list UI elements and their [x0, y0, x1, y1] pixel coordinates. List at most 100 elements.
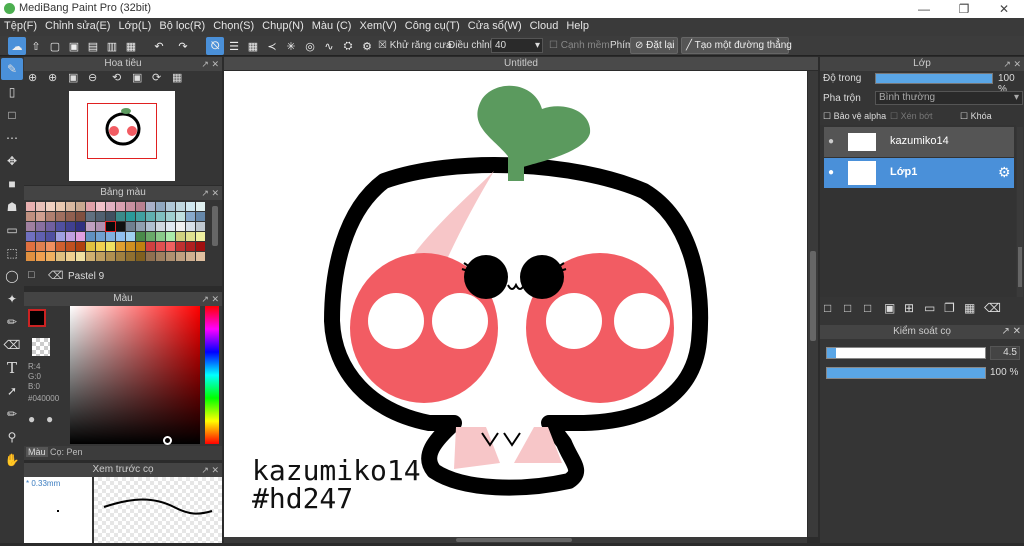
- vertical-scrollbar[interactable]: [808, 71, 818, 537]
- color-wheel-icon[interactable]: ●: [28, 412, 35, 426]
- menu-cloud[interactable]: Cloud: [526, 18, 563, 32]
- antialias-checkbox[interactable]: ☒ Khử răng cưa: [378, 40, 452, 51]
- menu-edit[interactable]: Chỉnh sửa(E): [41, 18, 114, 32]
- snap-off-icon[interactable]: ⦰: [206, 37, 224, 55]
- palette-swatch[interactable]: [86, 252, 95, 261]
- palette-swatch[interactable]: [86, 242, 95, 251]
- hand-tool-icon[interactable]: ✋: [1, 449, 23, 471]
- eye-icon[interactable]: ●: [828, 136, 834, 147]
- menu-file[interactable]: Tệp(F): [0, 18, 41, 32]
- radial-snap-icon[interactable]: ✳: [282, 37, 300, 55]
- palette-swatch[interactable]: [196, 202, 205, 211]
- panel-close-icon[interactable]: ↗ ✕: [201, 186, 219, 200]
- palette-swatch[interactable]: [146, 252, 155, 261]
- new-layer-8bit-icon[interactable]: □: [844, 301, 851, 315]
- palette-swatch[interactable]: [26, 242, 35, 251]
- close-button[interactable]: ✕: [984, 0, 1024, 18]
- palette-swatch[interactable]: [166, 222, 175, 231]
- palette-swatch[interactable]: [136, 222, 145, 231]
- palette-swatch[interactable]: [96, 252, 105, 261]
- bucket-tool-icon[interactable]: ☗: [1, 196, 23, 218]
- palette-swatch[interactable]: [126, 252, 135, 261]
- palette-swatch[interactable]: [176, 202, 185, 211]
- tab-brush[interactable]: Cọ: Pen: [50, 447, 83, 457]
- palette-swatch[interactable]: [76, 212, 85, 221]
- palette-swatch[interactable]: [156, 202, 165, 211]
- palette-swatch[interactable]: [76, 252, 85, 261]
- gradient-tool-icon[interactable]: ▭: [1, 219, 23, 241]
- palette-swatch[interactable]: [166, 252, 175, 261]
- zoom-out-icon[interactable]: ⊖: [88, 71, 97, 84]
- palette-swatch[interactable]: [176, 242, 185, 251]
- palette-swatch[interactable]: [136, 212, 145, 221]
- palette-swatch[interactable]: [136, 242, 145, 251]
- menu-layer[interactable]: Lớp(L): [114, 18, 155, 32]
- palette-swatch[interactable]: [106, 202, 115, 211]
- straight-line-button[interactable]: ╱ Tạo một đường thẳng: [681, 37, 792, 54]
- palette-swatch[interactable]: [56, 242, 65, 251]
- brush-opacity-slider[interactable]: [826, 367, 986, 379]
- select-tool-icon[interactable]: ⬚: [1, 242, 23, 264]
- horizontal-scroll-thumb[interactable]: [456, 538, 572, 542]
- menu-tools[interactable]: Công cụ(T): [401, 18, 464, 32]
- cloud-icon[interactable]: ☁: [8, 37, 26, 55]
- zoom-in-icon[interactable]: ⊕: [28, 71, 37, 84]
- lock-checkbox[interactable]: ☐ Khóa: [960, 111, 992, 122]
- palette-swatch[interactable]: [126, 242, 135, 251]
- trash-icon[interactable]: ⌫: [984, 301, 1001, 315]
- palette-swatch[interactable]: [166, 242, 175, 251]
- magic-wand-icon[interactable]: ✦: [1, 288, 23, 310]
- zoom-in-icon[interactable]: ⊕: [48, 71, 57, 84]
- select-eraser-icon[interactable]: ⌫: [1, 334, 23, 356]
- palette-swatch[interactable]: [66, 252, 75, 261]
- fit-icon[interactable]: ▣: [68, 71, 78, 84]
- palette-swatch[interactable]: [56, 252, 65, 261]
- palette-swatch[interactable]: [186, 232, 195, 241]
- lasso-tool-icon[interactable]: ◯: [1, 265, 23, 287]
- palette-swatch[interactable]: [156, 252, 165, 261]
- panel-close-icon[interactable]: ↗ ✕: [201, 463, 219, 477]
- palette-swatch[interactable]: [166, 232, 175, 241]
- transparent-color-swatch[interactable]: [32, 338, 50, 356]
- rectangle-tool-icon[interactable]: □: [1, 104, 23, 126]
- layer-item[interactable]: ● kazumiko14: [824, 127, 1014, 157]
- grid-layout-icon[interactable]: ▦: [122, 37, 140, 55]
- palette-swatch[interactable]: [36, 232, 45, 241]
- palette-swatch[interactable]: [196, 212, 205, 221]
- protect-alpha-checkbox[interactable]: ☐ Bảo vệ alpha: [823, 111, 886, 122]
- palette-swatch[interactable]: [176, 232, 185, 241]
- palette-swatch[interactable]: [66, 232, 75, 241]
- palette-swatch[interactable]: [96, 222, 105, 231]
- palette-swatch[interactable]: [126, 232, 135, 241]
- layer-item[interactable]: ● Lớp1 ⚙: [824, 158, 1014, 188]
- palette-swatch[interactable]: [76, 222, 85, 231]
- trash-icon[interactable]: ⌫: [48, 269, 64, 282]
- palette-swatch[interactable]: [116, 242, 125, 251]
- comment-icon[interactable]: ▢: [46, 37, 64, 55]
- palette-swatch[interactable]: [46, 232, 55, 241]
- palette-swatch[interactable]: [156, 222, 165, 231]
- palette-swatch[interactable]: [26, 232, 35, 241]
- maximize-button[interactable]: ❐: [944, 0, 984, 18]
- menu-filter[interactable]: Bộ lọc(R): [155, 18, 209, 32]
- new-palette-icon[interactable]: □: [28, 269, 35, 281]
- color-picker-icon[interactable]: ●: [46, 412, 53, 426]
- page-icon[interactable]: ▤: [84, 37, 102, 55]
- rotate-left-icon[interactable]: ⟲: [112, 71, 121, 84]
- eraser-tool-icon[interactable]: ▯: [1, 81, 23, 103]
- palette-swatch[interactable]: [146, 242, 155, 251]
- operation-tool-icon[interactable]: ➚: [1, 380, 23, 402]
- add-menu-icon[interactable]: ⊞: [904, 301, 914, 315]
- layer-scrollbar[interactable]: [1017, 127, 1023, 297]
- panel-close-icon[interactable]: ↗ ✕: [1001, 325, 1021, 339]
- gear-icon[interactable]: ⚙: [998, 164, 1011, 181]
- rotate-right-icon[interactable]: ⟳: [152, 71, 161, 84]
- hue-slider[interactable]: [205, 306, 219, 444]
- chat-icon[interactable]: ▣: [65, 37, 83, 55]
- document-tab[interactable]: Untitled: [224, 57, 818, 70]
- minimize-button[interactable]: —: [904, 0, 944, 18]
- palette-swatch[interactable]: [196, 222, 205, 231]
- palette-swatch[interactable]: [116, 252, 125, 261]
- palette-swatch[interactable]: [56, 222, 65, 231]
- brush-size-slider[interactable]: [826, 347, 986, 359]
